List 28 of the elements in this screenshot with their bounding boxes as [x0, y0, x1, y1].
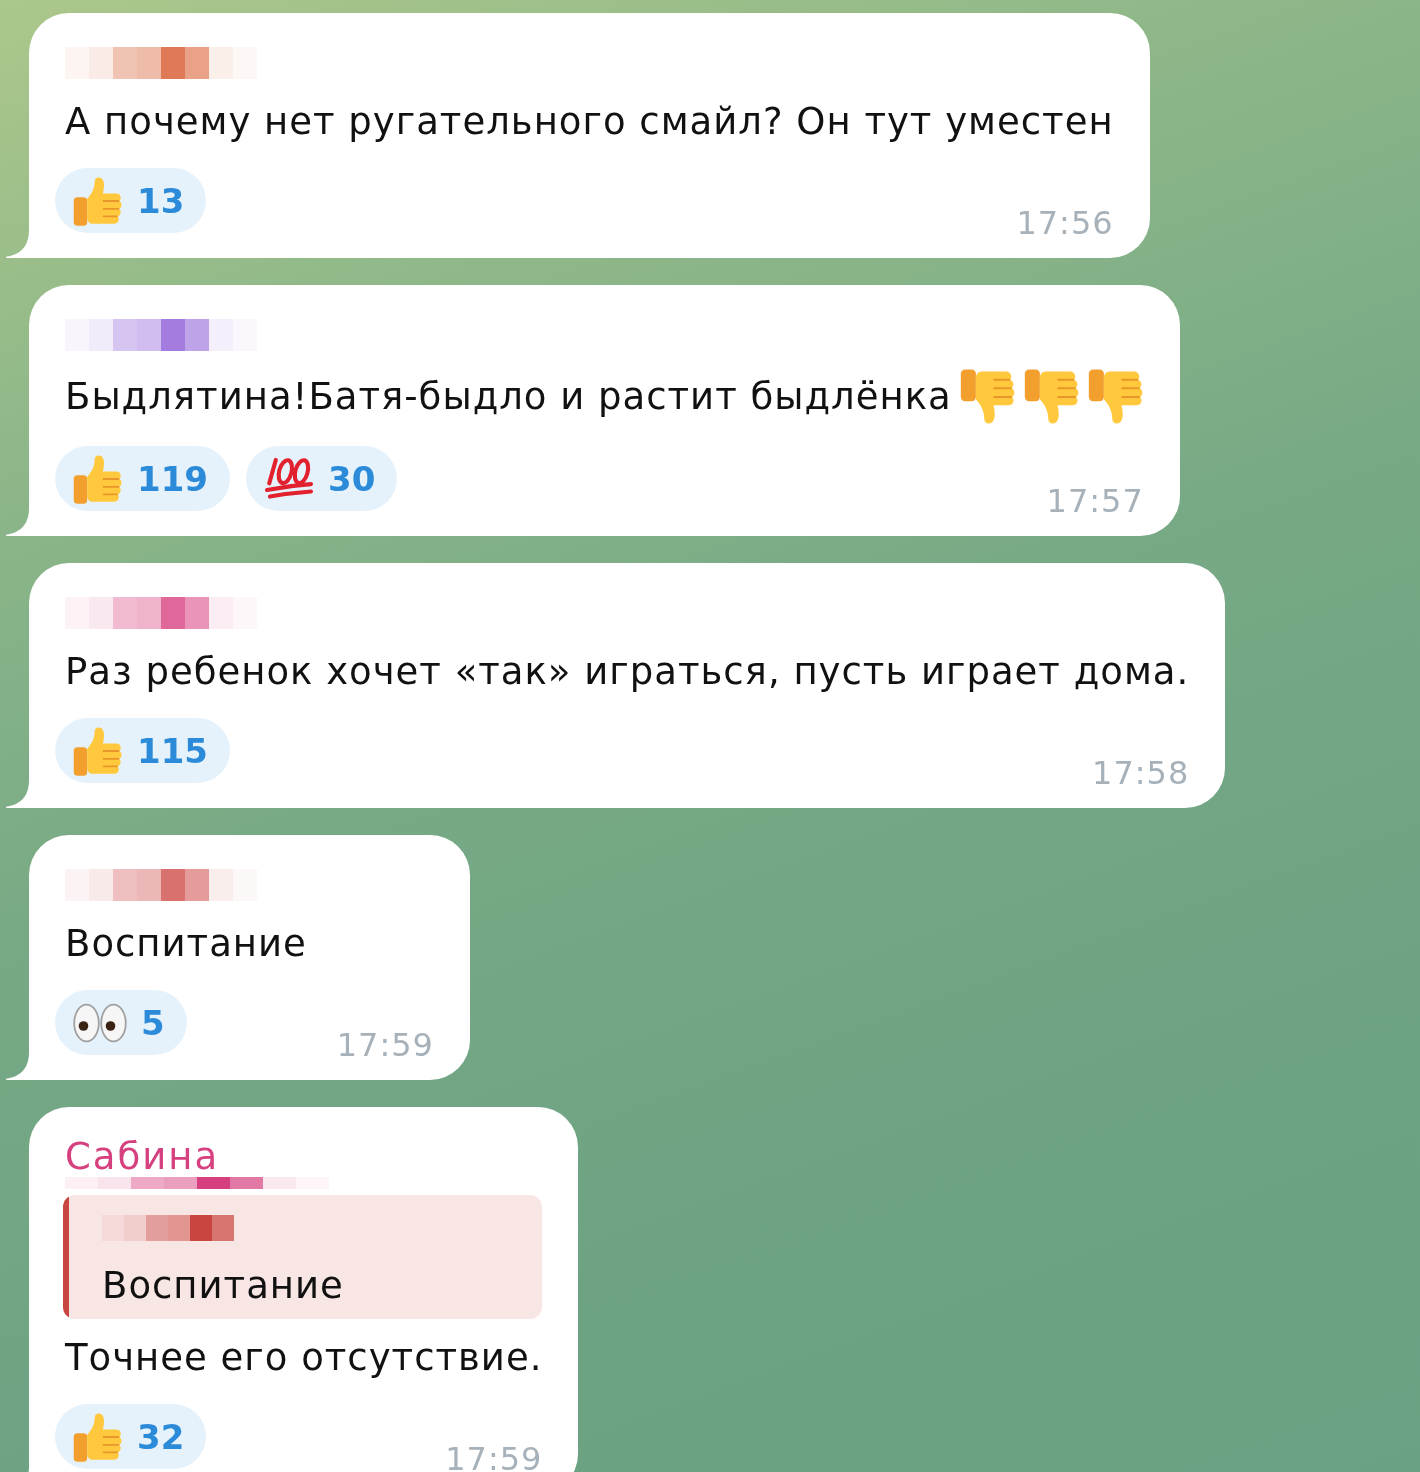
thumbs-down-icon	[1023, 369, 1080, 425]
thumbs-up-icon	[73, 1411, 123, 1462]
message-text: Воспитание	[65, 921, 307, 967]
eyes-icon	[73, 1002, 127, 1043]
reaction-button[interactable]: 30	[246, 446, 398, 511]
quoted-text: Воспитание	[102, 1263, 344, 1309]
reaction-button[interactable]: 13	[55, 168, 207, 233]
thumbs-down-icon	[1087, 369, 1144, 425]
message-text: А почему нет ругательного смайл? Он тут уместен	[65, 99, 1114, 145]
reaction-button[interactable]: 5	[55, 990, 187, 1055]
reaction-button[interactable]: 115	[55, 718, 230, 783]
message-text: Раз ребенок хочет «так» играться, пусть играет дома.	[65, 649, 1190, 695]
message-time: 17:59	[336, 1025, 434, 1065]
message-time: 17:57	[1046, 481, 1144, 521]
message-time: 17:59	[445, 1439, 543, 1472]
message-text: Точнее его отсутствие.	[65, 1335, 543, 1381]
hundred-points-icon	[264, 457, 314, 500]
reply-quote[interactable]: Воспитание	[63, 1195, 543, 1319]
thumbs-down-icon	[959, 369, 1016, 425]
reaction-button[interactable]: 119	[55, 446, 230, 511]
thumbs-up-icon	[73, 725, 123, 776]
message-time: 17:56	[1016, 203, 1114, 243]
message-time: 17:58	[1092, 753, 1190, 793]
sender-name[interactable]: Сабина	[65, 1137, 220, 1177]
thumbs-up-icon	[73, 453, 123, 504]
message-text: Быдлятина!Батя-быдло и растит быдлёнка	[65, 374, 952, 420]
reaction-button[interactable]: 32	[55, 1404, 207, 1469]
thumbs-up-icon	[73, 175, 123, 226]
